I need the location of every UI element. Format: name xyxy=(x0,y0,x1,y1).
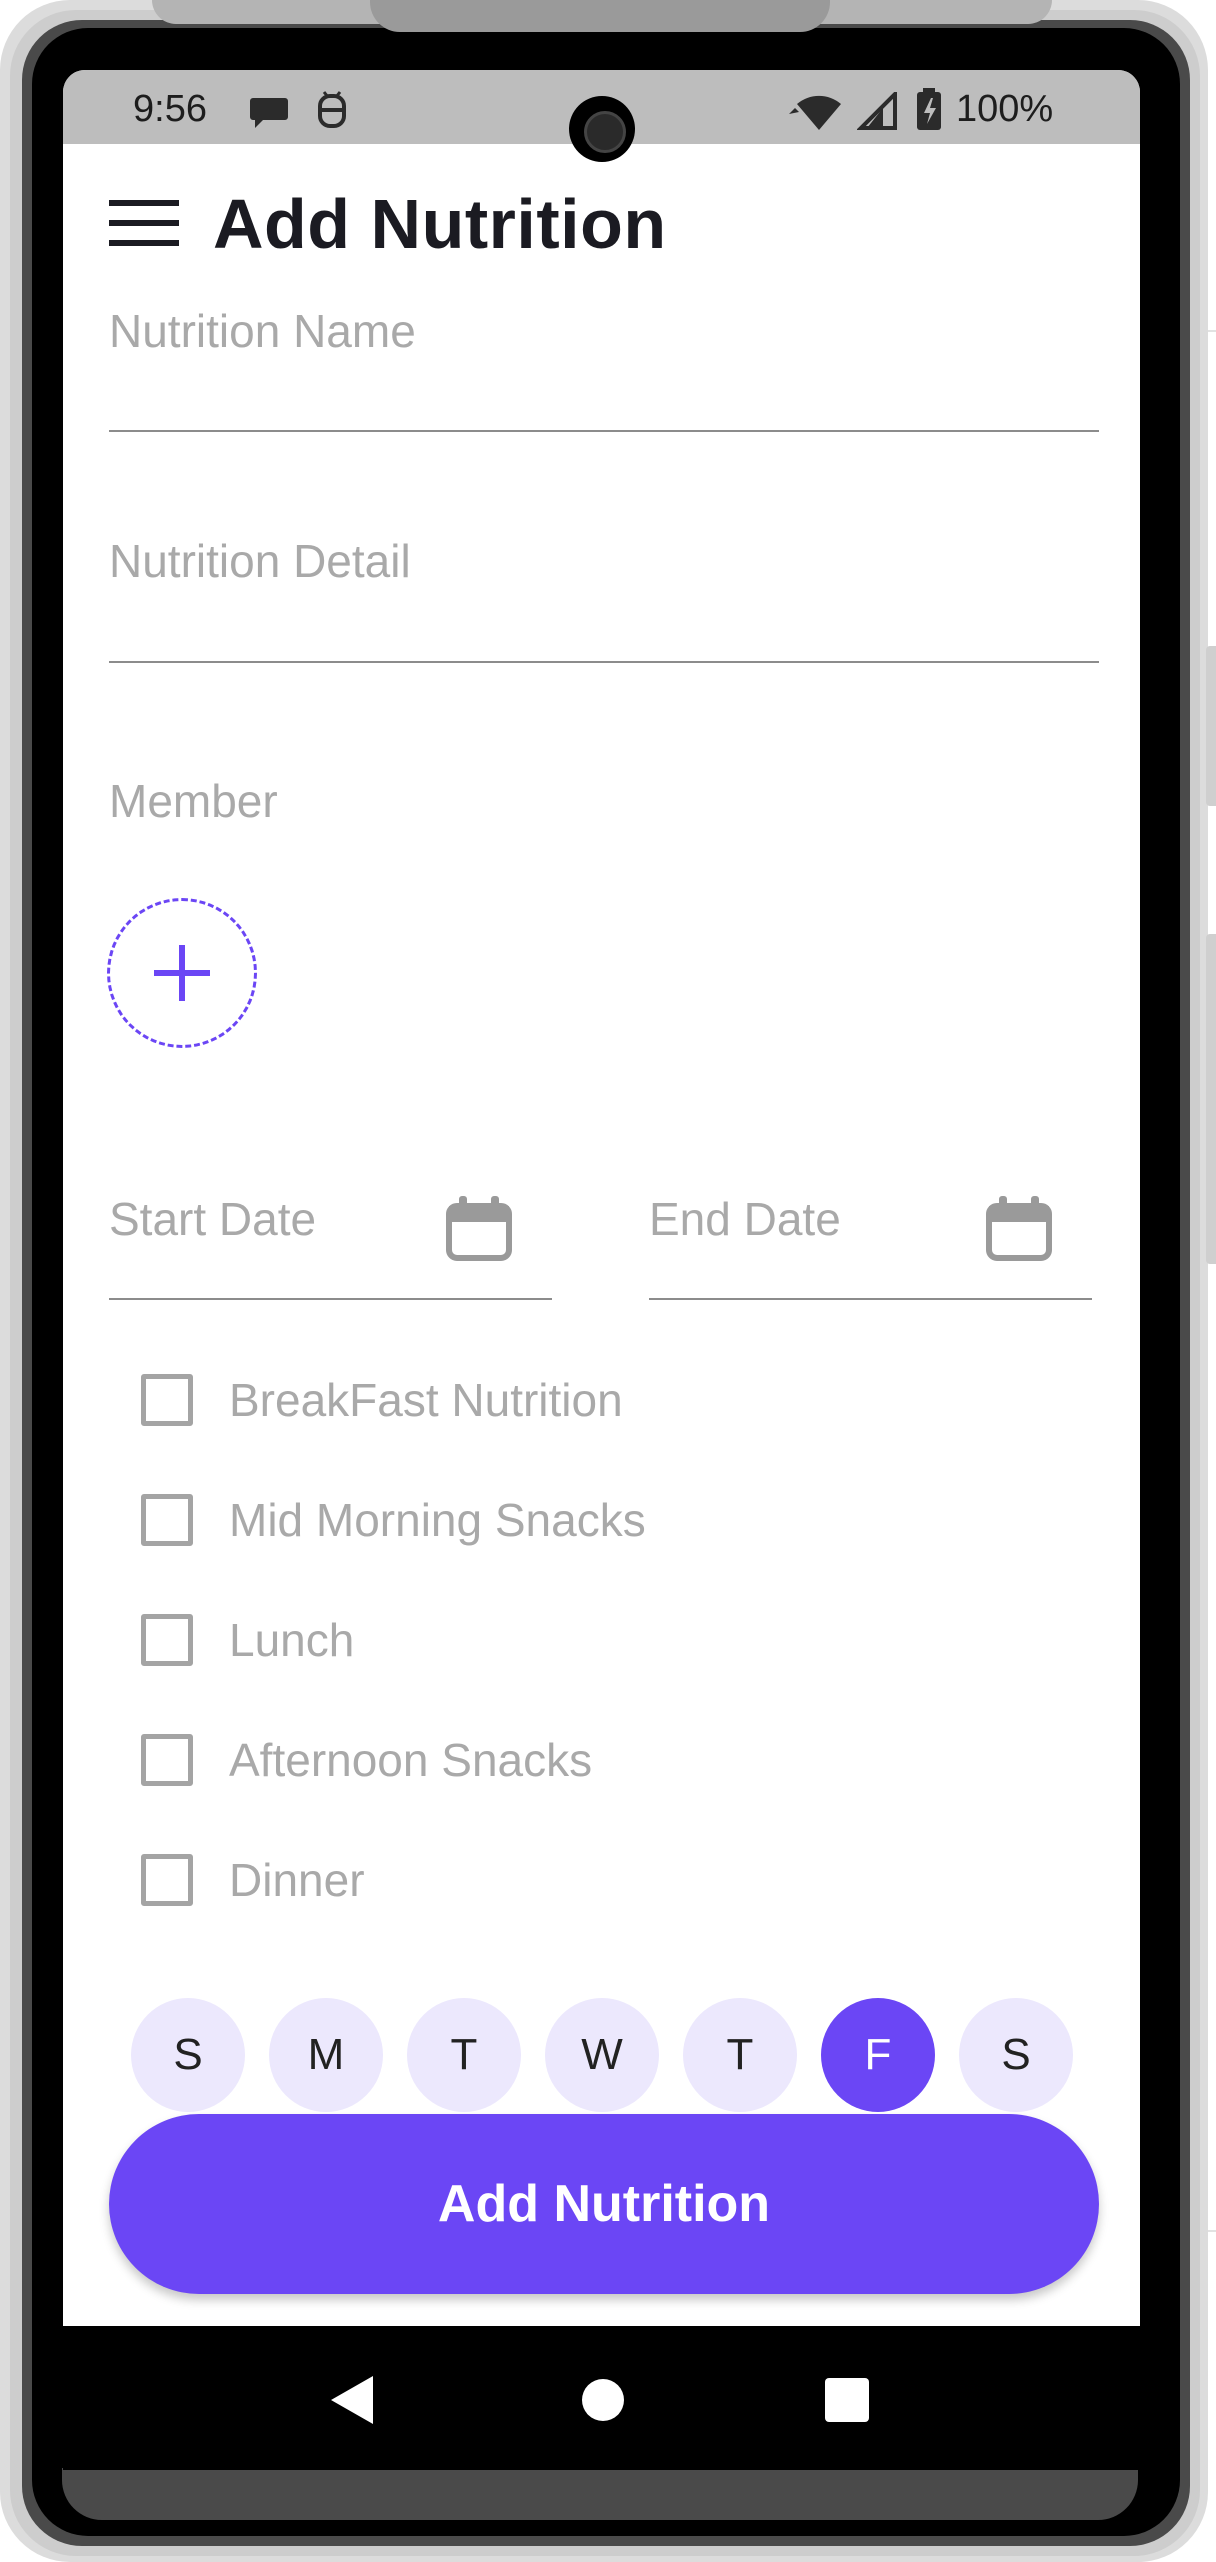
chat-bubble-icon xyxy=(249,94,289,135)
day-chip-monday[interactable]: M xyxy=(269,1998,383,2112)
app-screen: 9:56 100% Add Nutrition Nutrition Name N… xyxy=(63,70,1140,2470)
member-label: Member xyxy=(109,775,278,827)
checkbox[interactable] xyxy=(141,1854,193,1906)
day-chip-tuesday[interactable]: T xyxy=(407,1998,521,2112)
hamburger-menu-icon[interactable] xyxy=(109,198,179,253)
battery-percentage: 100% xyxy=(956,88,1054,130)
android-debug-icon xyxy=(315,90,349,135)
home-circle-icon[interactable] xyxy=(580,2374,626,2431)
meal-checkbox-afternoon-snacks[interactable]: Afternoon Snacks xyxy=(141,1730,592,1790)
battery-charging-icon xyxy=(915,88,943,137)
status-bar: 9:56 100% xyxy=(63,70,1140,162)
device-bottom-chin xyxy=(62,2468,1138,2520)
checkbox-label: Mid Morning Snacks xyxy=(229,1494,646,1546)
meal-checkbox-lunch[interactable]: Lunch xyxy=(141,1610,354,1670)
nutrition-name-underline xyxy=(109,430,1099,432)
system-navigation-bar xyxy=(63,2326,1140,2470)
device-speaker xyxy=(370,0,830,32)
nutrition-detail-placeholder[interactable]: Nutrition Detail xyxy=(109,534,411,588)
checkbox-label: Afternoon Snacks xyxy=(229,1734,593,1786)
checkbox[interactable] xyxy=(141,1494,193,1546)
checkbox-label: Lunch xyxy=(229,1614,355,1666)
checkbox[interactable] xyxy=(141,1614,193,1666)
back-triangle-icon[interactable] xyxy=(329,2374,375,2431)
wifi-icon xyxy=(787,90,851,137)
page-title: Add Nutrition xyxy=(213,185,667,263)
day-chip-saturday[interactable]: S xyxy=(959,1998,1073,2112)
checkbox-label: BreakFast Nutrition xyxy=(229,1374,623,1426)
front-camera xyxy=(569,96,635,162)
nutrition-detail-underline xyxy=(109,661,1099,663)
nutrition-name-placeholder[interactable]: Nutrition Name xyxy=(109,304,416,358)
checkbox[interactable] xyxy=(141,1734,193,1786)
status-time: 9:56 xyxy=(133,88,207,130)
checkbox[interactable] xyxy=(141,1374,193,1426)
checkbox-label: Dinner xyxy=(229,1854,365,1906)
day-chip-thursday[interactable]: T xyxy=(683,1998,797,2112)
calendar-icon[interactable] xyxy=(445,1194,513,1267)
day-chip-wednesday[interactable]: W xyxy=(545,1998,659,2112)
start-date-placeholder[interactable]: Start Date xyxy=(109,1192,316,1246)
end-date-placeholder[interactable]: End Date xyxy=(649,1192,841,1246)
end-date-underline xyxy=(649,1298,1092,1300)
day-chip-friday[interactable]: F xyxy=(821,1998,935,2112)
calendar-icon[interactable] xyxy=(985,1194,1053,1267)
meal-checkbox-dinner[interactable]: Dinner xyxy=(141,1850,365,1910)
add-nutrition-button[interactable]: Add Nutrition xyxy=(109,2114,1099,2294)
plus-icon xyxy=(154,945,210,1001)
device-volume-button xyxy=(1206,934,1216,1264)
cell-signal-icon xyxy=(856,89,897,135)
day-chip-sunday[interactable]: S xyxy=(131,1998,245,2112)
add-member-button[interactable] xyxy=(107,898,257,1048)
device-power-button xyxy=(1206,646,1216,806)
meal-checkbox-breakfast[interactable]: BreakFast Nutrition xyxy=(141,1370,623,1430)
recents-square-icon[interactable] xyxy=(823,2374,871,2431)
meal-checkbox-mid-morning-snacks[interactable]: Mid Morning Snacks xyxy=(141,1490,646,1550)
start-date-underline xyxy=(109,1298,552,1300)
